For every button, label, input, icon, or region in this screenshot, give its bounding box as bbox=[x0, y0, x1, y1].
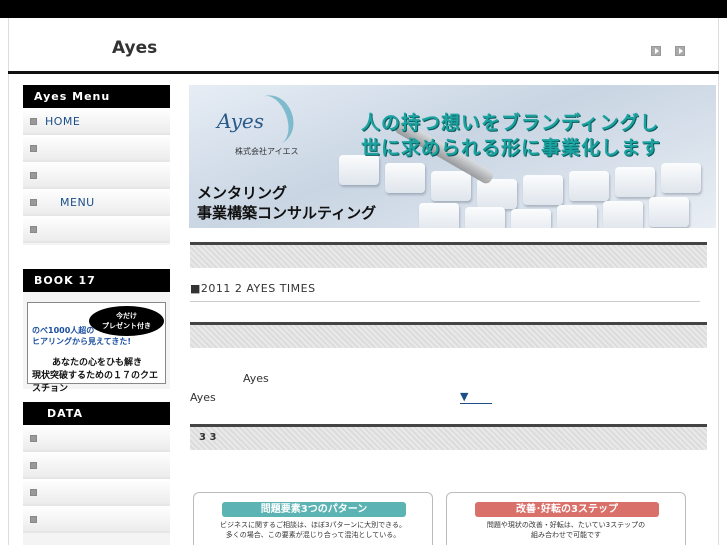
sidebar-item[interactable] bbox=[23, 135, 170, 162]
sidebar-item-label[interactable]: MENU bbox=[60, 196, 95, 209]
card-title: 改善･好転の3ステップ bbox=[475, 502, 659, 517]
hero-subtitle: メンタリング bbox=[197, 184, 288, 202]
keyboard-key bbox=[523, 175, 563, 205]
hero-subtitle: 事業構築コンサルティング bbox=[197, 204, 377, 222]
bullet-icon bbox=[30, 145, 37, 152]
divider bbox=[190, 301, 700, 302]
more-link[interactable]: ▼ bbox=[460, 390, 492, 404]
sidebar-item[interactable] bbox=[23, 216, 170, 243]
book-text: のべ1000人超の bbox=[32, 326, 95, 335]
section-header-bar bbox=[190, 242, 707, 268]
bullet-icon bbox=[30, 226, 37, 233]
sidebar-item-label[interactable]: HOME bbox=[45, 115, 80, 128]
hero-banner: Ayes 株式会社アイエス 人の持つ想いをブランディングし 世に求められる形に事… bbox=[189, 85, 716, 228]
hero-company: 株式会社アイエス bbox=[235, 147, 299, 156]
book-text: 現状突破するための１７のクエスチョン bbox=[32, 371, 159, 394]
sidebar-data: DATA bbox=[23, 402, 170, 545]
bullet-icon bbox=[30, 172, 37, 179]
present-badge: 今だけ プレゼント付き bbox=[89, 306, 164, 336]
bullet-icon bbox=[30, 516, 37, 523]
keyboard-key bbox=[557, 205, 597, 228]
bullet-icon bbox=[30, 489, 37, 496]
keyboard-key bbox=[431, 171, 471, 201]
sidebar-item-home[interactable]: HOME bbox=[23, 108, 170, 135]
keyboard-key bbox=[385, 163, 425, 193]
card-text: 多くの場合、この要素が混じり合って混沌としている。 bbox=[225, 531, 401, 539]
sidebar-item[interactable] bbox=[23, 506, 170, 533]
hero-logo: Ayes bbox=[217, 109, 265, 133]
hero-tagline: 世に求められる形に事業化します bbox=[361, 137, 662, 159]
news-heading[interactable]: ■2011 2 AYES TIMES bbox=[190, 282, 316, 295]
sidebar-item[interactable] bbox=[23, 452, 170, 479]
arrow-right-small-icon[interactable] bbox=[651, 46, 661, 56]
keyboard-key bbox=[661, 163, 701, 193]
keyboard-key bbox=[477, 179, 517, 209]
hero-tagline: 人の持つ想いをブランディングし bbox=[361, 112, 660, 134]
bullet-icon bbox=[30, 462, 37, 469]
sidebar-item-menu[interactable]: MENU bbox=[23, 189, 170, 216]
bullet-icon bbox=[30, 435, 37, 442]
card-title: 問題要素3つのパターン bbox=[222, 502, 406, 517]
card-text: 問題や現状の改善・好転は、たいてい3ステップの bbox=[486, 521, 646, 529]
card-text: 組み合わせで可能です bbox=[531, 531, 601, 539]
body-text: Ayes bbox=[190, 391, 216, 404]
section-header-bar: 3 3 bbox=[190, 424, 707, 450]
site-header: Ayes bbox=[8, 18, 719, 72]
sidebar-item[interactable] bbox=[23, 162, 170, 189]
sidebar-menu-title: Ayes Menu bbox=[23, 85, 170, 108]
sidebar-item[interactable] bbox=[23, 479, 170, 506]
book-text: あなたの心をひも解き bbox=[52, 358, 143, 368]
body-text: Ayes bbox=[243, 372, 269, 385]
site-title[interactable]: Ayes bbox=[112, 38, 157, 58]
keyboard-key bbox=[419, 203, 459, 228]
book-text: ヒアリングから見えてきた! bbox=[32, 337, 132, 346]
book-banner[interactable]: 今だけ プレゼント付き のべ1000人超の ヒアリングから見えてきた! あなたの… bbox=[27, 302, 166, 394]
section-header-bar bbox=[190, 322, 707, 348]
keyboard-key bbox=[603, 201, 643, 228]
arrow-right-small-icon[interactable] bbox=[675, 46, 685, 56]
keyboard-key bbox=[649, 197, 689, 227]
sidebar-item[interactable] bbox=[23, 425, 170, 452]
bullet-icon bbox=[30, 118, 37, 125]
top-black-bar bbox=[0, 0, 727, 18]
card-text: ビジネスに関するご相談は、ほぼ3パターンに大別できる。 bbox=[220, 521, 406, 529]
bullet-icon bbox=[30, 199, 37, 206]
keyboard-key bbox=[615, 167, 655, 197]
sidebar-book-title: BOOK 17 bbox=[23, 269, 170, 292]
improvement-steps-card[interactable]: 改善･好転の3ステップ 問題や現状の改善・好転は、たいてい3ステップの 組み合わ… bbox=[446, 492, 686, 545]
section-title: 3 3 bbox=[199, 432, 217, 443]
problem-patterns-card[interactable]: 問題要素3つのパターン ビジネスに関するご相談は、ほぼ3パターンに大別できる。 … bbox=[193, 492, 433, 545]
keyboard-key bbox=[569, 171, 609, 201]
keyboard-key bbox=[511, 209, 551, 228]
sidebar-menu: Ayes Menu HOME MENU bbox=[23, 85, 170, 245]
header-divider bbox=[8, 71, 719, 74]
keyboard-key bbox=[465, 207, 505, 228]
sidebar-data-title: DATA bbox=[23, 402, 170, 425]
